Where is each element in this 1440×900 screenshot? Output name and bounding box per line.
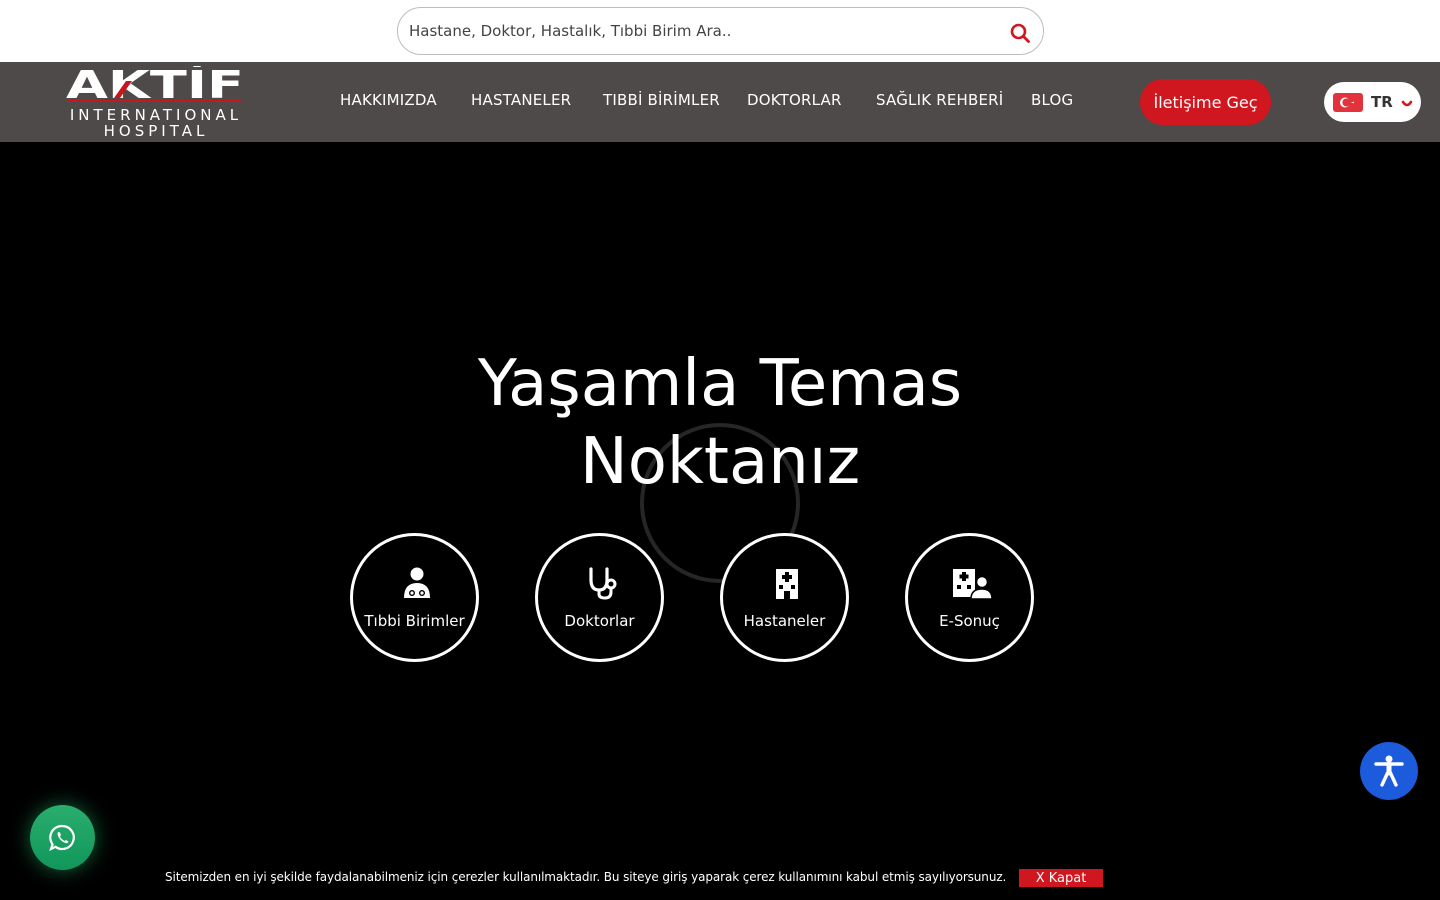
search-box	[397, 7, 1044, 55]
quick-link-hospitals[interactable]: Hastaneler	[720, 533, 849, 662]
quick-link-label: E-Sonuç	[939, 612, 1000, 630]
quick-link-e-result[interactable]: E-Sonuç	[905, 533, 1034, 662]
turkey-flag-icon	[1333, 93, 1363, 112]
logo-divider	[68, 100, 242, 102]
search-input[interactable]	[409, 8, 989, 54]
quick-link-label: Hastaneler	[743, 612, 826, 630]
quick-link-medical-units[interactable]: Tıbbi Birimler	[350, 533, 479, 662]
cookie-close-button[interactable]: X Kapat	[1019, 869, 1103, 887]
hero-title-line-2: Noktanız	[579, 425, 861, 499]
quick-link-doctors[interactable]: Doktorlar	[535, 533, 664, 662]
logo[interactable]: AKTİF INTERNATIONAL HOSPITAL	[66, 66, 246, 140]
accessibility-icon	[1374, 755, 1404, 787]
whatsapp-icon	[49, 824, 75, 851]
language-code: TR	[1371, 93, 1393, 111]
hero-title-line-1: Yaşamla Temas	[477, 347, 963, 421]
nav-item-about[interactable]: HAKKIMIZDA	[340, 91, 437, 109]
nav-item-blog[interactable]: BLOG	[1031, 91, 1073, 109]
top-bar	[0, 0, 1440, 62]
language-selector[interactable]: TR	[1324, 82, 1421, 122]
nav-item-doctors[interactable]: DOKTORLAR	[747, 91, 842, 109]
main-navbar: AKTİF INTERNATIONAL HOSPITAL HAKKIMIZDA …	[0, 62, 1440, 142]
nav-item-health-guide[interactable]: SAĞLIK REHBERİ	[876, 91, 1003, 109]
hospital-icon	[771, 566, 803, 600]
quick-link-label: Doktorlar	[564, 612, 635, 630]
chevron-down-icon	[1400, 95, 1414, 107]
search-icon[interactable]	[1009, 22, 1031, 44]
accessibility-button[interactable]	[1360, 742, 1418, 800]
clinic-user-icon	[952, 566, 993, 600]
quick-link-label: Tıbbi Birimler	[364, 612, 465, 630]
hero-title: Yaşamla Temas Noktanız	[320, 345, 1120, 501]
doctor-icon	[401, 566, 433, 600]
nav-item-medical-units[interactable]: TIBBİ BİRİMLER	[603, 91, 720, 109]
cookie-notice-text: Sitemizden en iyi şekilde faydalanabilme…	[165, 870, 1007, 884]
nav-item-hospitals[interactable]: HASTANELER	[471, 91, 571, 109]
logo-wordmark: AKTİF	[66, 66, 244, 102]
stethoscope-icon	[586, 566, 618, 600]
logo-line-2: HOSPITAL	[103, 122, 209, 140]
whatsapp-button[interactable]	[30, 805, 95, 870]
contact-button[interactable]: İletişime Geç	[1140, 79, 1271, 125]
svg-text:AKTİF: AKTİF	[66, 66, 244, 102]
